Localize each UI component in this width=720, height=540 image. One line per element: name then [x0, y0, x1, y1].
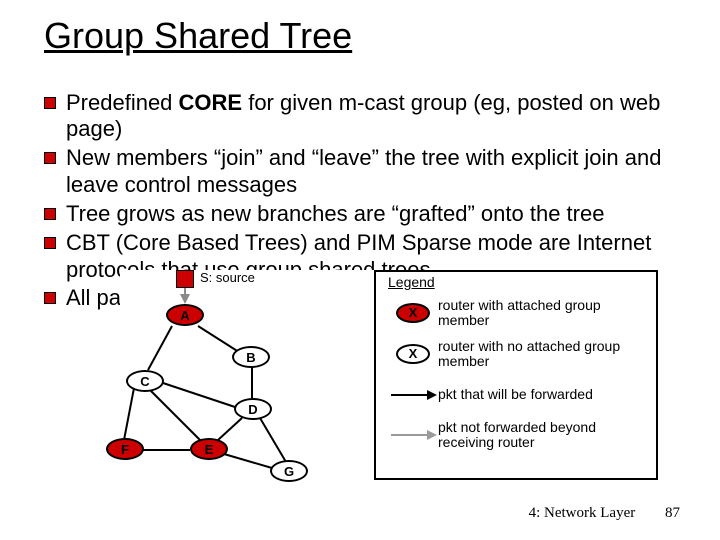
legend-arrow-noforward-icon	[388, 420, 438, 450]
bullet-text: Predefined	[66, 90, 179, 115]
node-d: D	[234, 398, 272, 420]
page-number: 87	[665, 505, 680, 522]
slide: Group Shared Tree Predefined CORE for gi…	[0, 0, 720, 540]
node-c: C	[126, 370, 164, 392]
node-a: A	[166, 304, 204, 326]
legend-router-unattached-icon: X	[388, 339, 438, 369]
bullet-text: Tree grows as new branches are “grafted”…	[66, 201, 604, 226]
footer-section: 4: Network Layer	[529, 505, 636, 521]
legend-text: router with no attached group member	[438, 339, 650, 370]
legend-router-attached-icon: X	[388, 298, 438, 328]
slide-title: Group Shared Tree	[44, 16, 680, 62]
footer: 4: Network Layer 87	[529, 505, 680, 522]
arrow-icon	[391, 434, 435, 436]
legend-text: router with attached group member	[438, 298, 650, 329]
legend-row-attached: X router with attached group member	[388, 298, 650, 329]
node-f: F	[106, 438, 144, 460]
bullet-text: New members “join” and “leave” the tree …	[66, 145, 661, 197]
legend-text: pkt not forwarded beyond receiving route…	[438, 420, 650, 451]
bullet-item: New members “join” and “leave” the tree …	[44, 145, 680, 199]
legend: Legend X router with attached group memb…	[374, 270, 658, 480]
network-diagram: S: source A B C D E F G Legend X router …	[120, 270, 660, 498]
legend-node-icon: X	[396, 303, 430, 323]
legend-row-forward: pkt that will be forwarded	[388, 380, 650, 410]
legend-arrow-forward-icon	[388, 380, 438, 410]
source-box-icon	[176, 270, 194, 288]
legend-row-noforward: pkt not forwarded beyond receiving route…	[388, 420, 650, 451]
node-g: G	[270, 460, 308, 482]
legend-text: pkt that will be forwarded	[438, 387, 650, 402]
node-b: B	[232, 346, 270, 368]
node-e: E	[190, 438, 228, 460]
bullet-item: Tree grows as new branches are “grafted”…	[44, 201, 680, 228]
legend-row-no-attached: X router with no attached group member	[388, 339, 650, 370]
bullet-item: Predefined CORE for given m-cast group (…	[44, 90, 680, 144]
bullet-core: CORE	[179, 90, 243, 115]
legend-node-icon: X	[396, 344, 430, 364]
arrow-icon	[391, 394, 435, 396]
legend-title: Legend	[388, 274, 650, 290]
source-label: S: source	[200, 270, 255, 285]
